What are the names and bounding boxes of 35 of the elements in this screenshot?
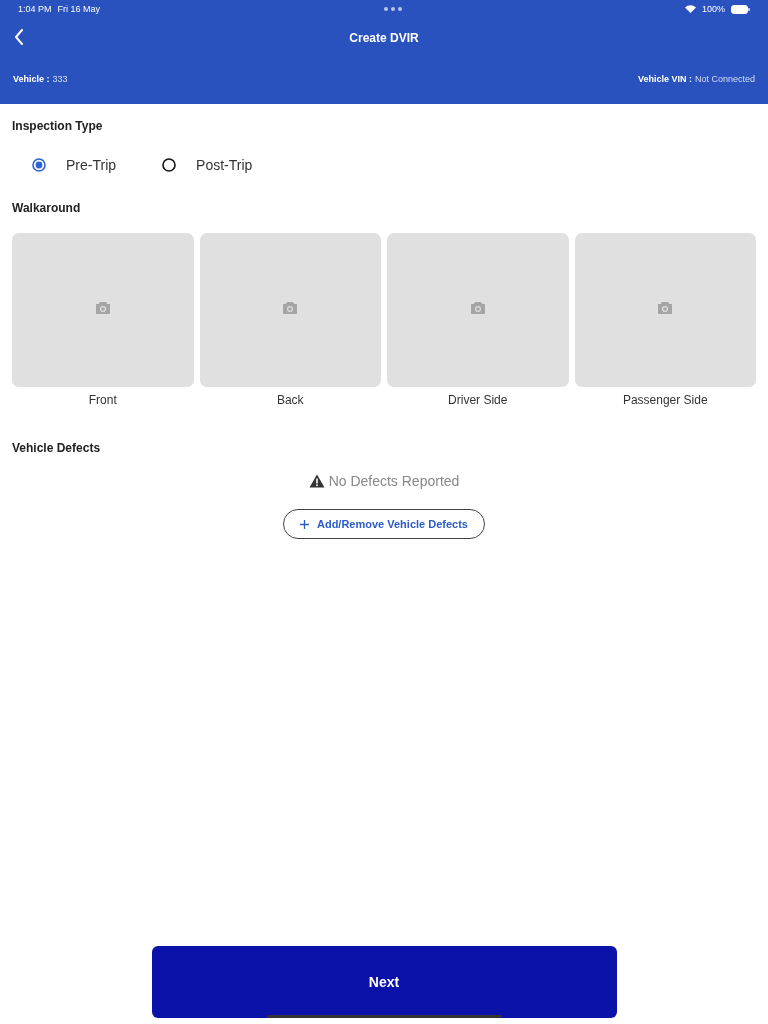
radio-option[interactable]: Post-Trip bbox=[162, 157, 253, 173]
camera-icon bbox=[469, 301, 486, 315]
photo-label: Front bbox=[88, 393, 117, 407]
battery-percent: 100% bbox=[702, 4, 725, 14]
camera-icon bbox=[657, 301, 674, 315]
section-title: Walkaround bbox=[12, 201, 82, 215]
photo-slot[interactable] bbox=[199, 233, 381, 387]
section-title: Vehicle Defects bbox=[12, 441, 102, 455]
photo-label: Passenger Side bbox=[622, 393, 708, 407]
multitask-dots-icon[interactable] bbox=[383, 7, 402, 11]
add-remove-defects-button[interactable]: Add/Remove Vehicle Defects bbox=[283, 509, 485, 539]
photo-slot[interactable] bbox=[387, 233, 569, 387]
home-indicator[interactable] bbox=[267, 1015, 502, 1018]
screen-title: Create DVIR bbox=[349, 31, 419, 45]
empty-message: No Defects Reported bbox=[328, 473, 460, 489]
status-date: Fri 16 May bbox=[57, 4, 101, 14]
vin-label: Vehicle VIN : bbox=[637, 74, 692, 84]
vehicle-number: 333 bbox=[52, 74, 68, 84]
camera-icon bbox=[282, 301, 299, 315]
camera-icon bbox=[94, 301, 111, 315]
next-button[interactable]: Next bbox=[151, 946, 617, 1018]
section-title: Inspection Type bbox=[12, 119, 104, 133]
warning-icon bbox=[308, 474, 325, 488]
battery-icon bbox=[731, 4, 750, 14]
wifi-icon bbox=[685, 5, 696, 13]
photo-label: Back bbox=[276, 393, 304, 407]
photo-slot[interactable] bbox=[12, 233, 194, 387]
vin-status: Not Connected bbox=[694, 74, 755, 84]
back-icon[interactable] bbox=[14, 29, 24, 45]
radio-option[interactable]: Pre-Trip bbox=[32, 157, 117, 173]
status-time: 1:04 PM bbox=[18, 4, 52, 14]
plus-icon bbox=[300, 519, 309, 529]
vehicle-label: Vehicle : bbox=[13, 74, 50, 84]
photo-slot[interactable] bbox=[574, 233, 756, 387]
photo-label: Driver Side bbox=[448, 393, 508, 407]
